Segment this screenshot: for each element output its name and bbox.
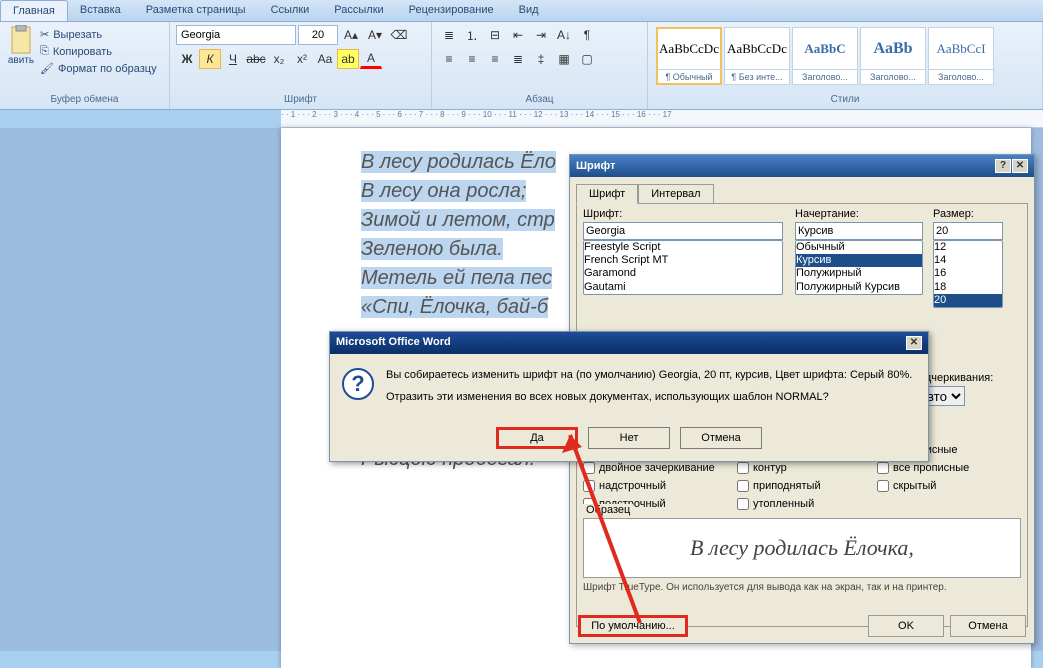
confirm-dialog: Microsoft Office Word✕ ? Вы собираетесь …	[329, 331, 929, 462]
subscript-icon[interactable]: x₂	[268, 49, 290, 69]
tab-review[interactable]: Рецензирование	[397, 0, 507, 21]
ribbon: авить ✂Вырезать ⎘Копировать 🖌Формат по о…	[0, 22, 1043, 110]
truetype-hint: Шрифт TrueType. Он используется для выво…	[583, 582, 947, 593]
align-right-icon[interactable]: ≡	[484, 49, 506, 69]
cut-button[interactable]: ✂Вырезать	[38, 27, 159, 42]
ribbon-tabs: Главная Вставка Разметка страницы Ссылки…	[0, 0, 1043, 22]
style-nospacing[interactable]: AaBbCcDc¶ Без инте...	[724, 27, 790, 85]
font-name-input[interactable]	[583, 222, 783, 240]
font-style-input[interactable]	[795, 222, 923, 240]
strike-icon[interactable]: abc	[245, 49, 267, 69]
group-styles-label: Стили	[648, 94, 1042, 108]
tab-layout[interactable]: Разметка страницы	[134, 0, 259, 21]
sort-icon[interactable]: A↓	[553, 25, 575, 45]
bullets-icon[interactable]: ≣	[438, 25, 460, 45]
chk-super[interactable]	[583, 480, 595, 492]
group-font-label: Шрифт	[170, 94, 431, 108]
close-icon[interactable]: ✕	[906, 336, 922, 350]
font-color-icon[interactable]: A	[360, 49, 382, 69]
indent-icon[interactable]: ⇥	[530, 25, 552, 45]
pilcrow-icon[interactable]: ¶	[576, 25, 598, 45]
sample-preview: В лесу родилась Ёлочка,	[583, 518, 1021, 578]
confirm-text-1: Вы собираетесь изменить шрифт на (по умо…	[386, 368, 912, 382]
tab-mailings[interactable]: Рассылки	[322, 0, 396, 21]
style-h3[interactable]: AaBbCcIЗаголово...	[928, 27, 994, 85]
font-dialog-title: Шрифт ?✕	[570, 155, 1034, 177]
highlight-icon[interactable]: ab	[337, 49, 359, 69]
style-h2[interactable]: AaBbЗаголово...	[860, 27, 926, 85]
numbering-icon[interactable]: ⒈	[461, 25, 483, 45]
bold-icon[interactable]: Ж	[176, 49, 198, 69]
font-size-input[interactable]	[933, 222, 1003, 240]
size-list[interactable]: 1214161820	[933, 240, 1003, 308]
line-spacing-icon[interactable]: ‡	[530, 49, 552, 69]
confirm-title: Microsoft Office Word✕	[330, 332, 928, 354]
tab-font[interactable]: Шрифт	[576, 184, 638, 204]
grow-font-icon[interactable]: A▴	[340, 25, 362, 45]
chk-strike[interactable]	[583, 462, 595, 474]
chk-allcaps[interactable]	[877, 462, 889, 474]
ok-button[interactable]: OK	[868, 615, 944, 637]
align-left-icon[interactable]: ≡	[438, 49, 460, 69]
question-icon: ?	[342, 368, 374, 400]
borders-icon[interactable]: ▢	[576, 49, 598, 69]
default-button[interactable]: По умолчанию...	[578, 615, 688, 637]
tab-home[interactable]: Главная	[0, 0, 68, 21]
style-label: Начертание:	[795, 208, 923, 220]
chk-outline[interactable]	[737, 462, 749, 474]
clear-format-icon[interactable]: ⌫	[388, 25, 410, 45]
no-button[interactable]: Нет	[588, 427, 670, 449]
chk-emboss[interactable]	[737, 480, 749, 492]
shading-icon[interactable]: ▦	[553, 49, 575, 69]
size-label: Размер:	[933, 208, 1003, 220]
sample-label: Образец	[583, 504, 633, 516]
font-label: Шрифт:	[583, 208, 783, 220]
ruler[interactable]: · · 1 · · · 2 · · · 3 · · · 4 · · · 5 · …	[281, 110, 1043, 128]
multilevel-icon[interactable]: ⊟	[484, 25, 506, 45]
cancel-button[interactable]: Отмена	[680, 427, 762, 449]
help-icon[interactable]: ?	[995, 159, 1011, 173]
yes-button[interactable]: Да	[496, 427, 578, 449]
copy-button[interactable]: ⎘Копировать	[38, 44, 159, 59]
style-normal[interactable]: AaBbCcDc¶ Обычный	[656, 27, 722, 85]
close-icon[interactable]: ✕	[1012, 159, 1028, 173]
font-family-select[interactable]	[176, 25, 296, 45]
tab-references[interactable]: Ссылки	[259, 0, 323, 21]
change-case-icon[interactable]: Aa	[314, 49, 336, 69]
tab-view[interactable]: Вид	[507, 0, 552, 21]
font-size-select[interactable]	[298, 25, 338, 45]
italic-icon[interactable]: К	[199, 49, 221, 69]
style-h1[interactable]: AaBbCЗаголово...	[792, 27, 858, 85]
chk-engrave[interactable]	[737, 498, 749, 510]
dedent-icon[interactable]: ⇤	[507, 25, 529, 45]
confirm-text-2: Отразить эти изменения во всех новых док…	[386, 390, 912, 404]
shrink-font-icon[interactable]: A▾	[364, 25, 386, 45]
group-paragraph-label: Абзац	[432, 94, 647, 108]
font-list[interactable]: Freestyle ScriptFrench Script MTGaramond…	[583, 240, 783, 295]
style-list[interactable]: ОбычныйКурсивПолужирныйПолужирный Курсив	[795, 240, 923, 295]
align-center-icon[interactable]: ≡	[461, 49, 483, 69]
tab-spacing[interactable]: Интервал	[638, 184, 713, 204]
superscript-icon[interactable]: x²	[291, 49, 313, 69]
cancel-button[interactable]: Отмена	[950, 615, 1026, 637]
tab-insert[interactable]: Вставка	[68, 0, 134, 21]
group-clipboard-label: Буфер обмена	[0, 94, 169, 108]
justify-icon[interactable]: ≣	[507, 49, 529, 69]
paste-icon	[8, 25, 34, 55]
format-painter-button[interactable]: 🖌Формат по образцу	[38, 61, 159, 76]
underline-icon[interactable]: Ч	[222, 49, 244, 69]
chk-hidden[interactable]	[877, 480, 889, 492]
